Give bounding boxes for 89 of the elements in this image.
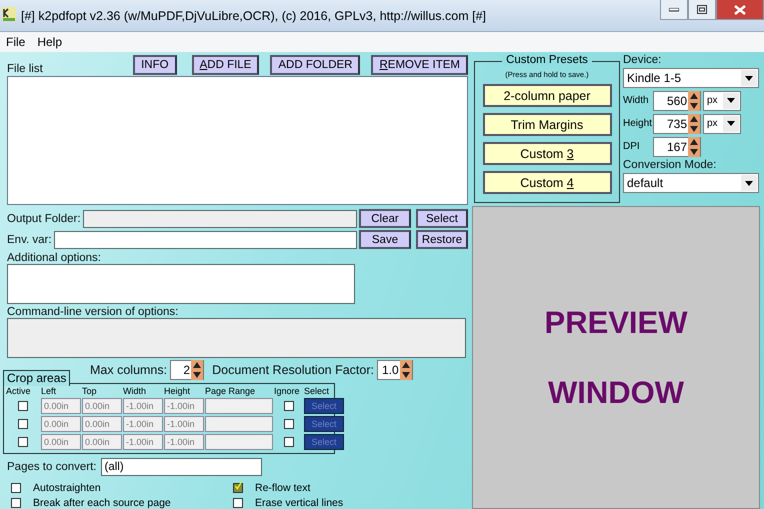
spinner-arrows-icon[interactable] [191, 360, 204, 380]
preset-button[interactable]: 2-column paper [482, 84, 612, 107]
checkbox[interactable] [284, 401, 294, 411]
checkbox[interactable] [18, 401, 28, 411]
preset-button[interactable]: Trim Margins [482, 113, 612, 136]
column-header: Ignore [274, 386, 301, 396]
additional-options-field[interactable] [7, 264, 355, 304]
close-icon [734, 4, 746, 14]
field-label: Width [623, 95, 650, 106]
checkbox[interactable] [11, 498, 21, 508]
field-label: Additional options: [7, 252, 102, 264]
crop-value-field[interactable]: 0.00in [82, 434, 122, 450]
menu-item[interactable]: Help [37, 35, 62, 49]
page-range-field[interactable] [205, 398, 273, 414]
maximize-icon [697, 5, 707, 14]
field-label: Device: [623, 54, 662, 66]
page-range-field[interactable] [205, 416, 273, 432]
minimize-button[interactable] [660, 0, 688, 20]
checkbox-label: Erase vertical lines [255, 497, 344, 509]
checkbox[interactable] [11, 483, 21, 493]
crop-value-field[interactable]: 0.00in [41, 434, 81, 450]
crop-value-field[interactable]: -1.00in [164, 434, 204, 450]
checkbox-label: Autostraighten [33, 482, 101, 494]
action-button[interactable]: Select [416, 209, 468, 228]
close-button[interactable] [716, 0, 764, 20]
checkbox[interactable] [18, 437, 28, 447]
env-var-field[interactable] [54, 230, 357, 249]
minimize-icon [669, 8, 679, 12]
preset-button[interactable]: Custom 4 [482, 171, 612, 194]
field-label: Command-line version of options: [7, 306, 180, 318]
column-header: Top [82, 386, 98, 396]
crop-value-field[interactable]: -1.00in [123, 416, 163, 432]
window-title: [#] k2pdfopt v2.36 (w/MuPDF,DjVuLibre,OCR), (c) 2016, GPLv3, http://willus.com [#] [21, 8, 486, 22]
crop-value-field[interactable]: 0.00in [82, 416, 122, 432]
file-list-label: File list [7, 62, 43, 75]
column-header: Select [304, 386, 330, 396]
preview-text: PREVIEW [544, 304, 688, 340]
spinner-arrows-icon[interactable] [688, 90, 700, 110]
maximize-button[interactable] [688, 0, 716, 20]
spinner-arrows-icon[interactable] [688, 136, 700, 156]
group-title: Custom Presets [502, 54, 592, 66]
crop-value-field[interactable]: -1.00in [164, 398, 204, 414]
field-label: Height [623, 118, 653, 129]
checkbox[interactable] [233, 483, 243, 493]
unit-dropdown[interactable]: px [703, 90, 741, 110]
checkbox[interactable] [284, 437, 294, 447]
field-label: Env. var: [7, 234, 52, 246]
column-header: Page Range [205, 386, 256, 396]
field-label: DPI [623, 141, 641, 152]
crop-value-field[interactable]: 0.00in [41, 416, 81, 432]
device-dropdown[interactable]: Kindle 1-5 [623, 68, 759, 88]
spinner-arrows-icon[interactable] [400, 360, 412, 380]
column-header: Left [41, 386, 58, 396]
conversion-mode-dropdown[interactable]: default [623, 173, 759, 193]
checkbox-label: Break after each source page [33, 497, 171, 509]
unit-dropdown[interactable]: px [703, 114, 741, 134]
file-list-button[interactable]: REMOVE ITEM [371, 54, 468, 75]
file-list-button[interactable]: INFO [133, 54, 177, 75]
column-header: Height [164, 386, 192, 396]
crop-value-field[interactable]: -1.00in [164, 416, 204, 432]
crop-value-field[interactable]: 0.00in [82, 398, 122, 414]
field-label: Document Resolution Factor: [212, 363, 374, 378]
crop-value-field[interactable]: -1.00in [123, 398, 163, 414]
action-button[interactable]: Clear [359, 209, 411, 228]
field-label: Max columns: [90, 363, 168, 378]
file-list-button[interactable]: ADD FOLDER [270, 54, 360, 75]
field-label: Conversion Mode: [623, 159, 718, 171]
pages-field[interactable]: (all) [100, 458, 262, 476]
file-list-button[interactable]: ADD FILE [192, 54, 260, 75]
action-button[interactable]: Restore [416, 230, 468, 250]
checkbox[interactable] [284, 419, 294, 429]
checkbox[interactable] [233, 498, 243, 508]
menu-item[interactable]: File [6, 35, 26, 49]
crop-value-field[interactable]: -1.00in [123, 434, 163, 450]
app-logo-icon [2, 7, 16, 24]
checkbox-label: Re-flow text [255, 482, 310, 494]
preview-text: WINDOW [548, 374, 684, 410]
preset-button[interactable]: Custom 3 [482, 142, 612, 165]
output-folder-field[interactable] [82, 210, 357, 228]
checkbox[interactable] [18, 419, 28, 429]
field-label: Output Folder: [7, 212, 81, 225]
column-header: Width [123, 386, 148, 396]
column-header: Active [6, 386, 32, 396]
page-range-field[interactable] [205, 434, 273, 450]
action-button[interactable]: Save [359, 230, 411, 250]
crop-value-field[interactable]: 0.00in [41, 398, 81, 414]
spinner-arrows-icon[interactable] [688, 114, 700, 134]
field-label: Pages to convert: [7, 461, 96, 473]
group-title: Crop areas [3, 370, 70, 386]
